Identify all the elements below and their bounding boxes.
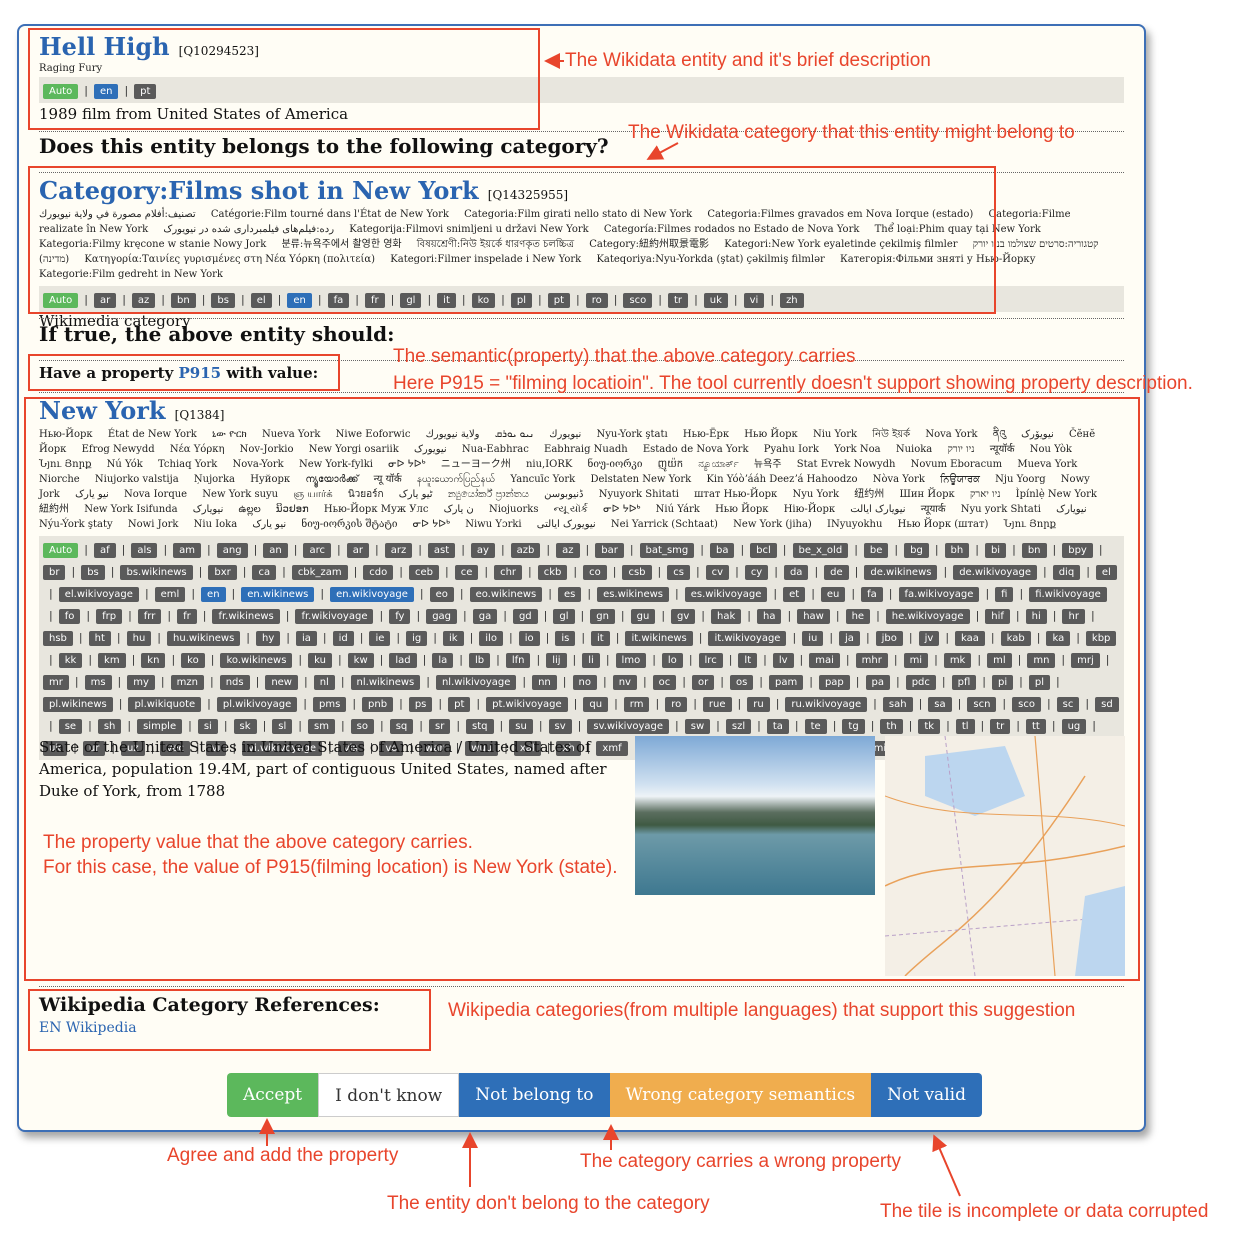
arrow-category [646, 142, 679, 160]
annotation-arrows [259, 53, 961, 1197]
arrow-invalid [932, 1134, 961, 1197]
